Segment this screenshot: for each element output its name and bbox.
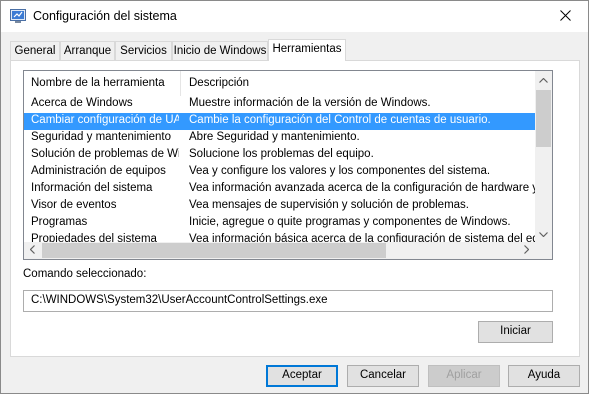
chevron-down-icon [539, 228, 548, 240]
column-divider[interactable] [180, 71, 181, 96]
tool-name: Seguridad y mantenimiento [31, 131, 171, 143]
ok-button[interactable]: Aceptar [266, 365, 338, 387]
vertical-scroll-thumb[interactable] [536, 90, 551, 147]
help-button[interactable]: Ayuda [508, 365, 580, 387]
cancel-button[interactable]: Cancelar [347, 365, 419, 387]
list-header: Nombre de la herramienta Descripción [24, 71, 535, 96]
tool-name: Acerca de Windows [31, 97, 133, 109]
tools-list[interactable]: Nombre de la herramienta Descripción Ace… [23, 70, 553, 260]
list-item[interactable]: Visor de eventos Vea mensajes de supervi… [24, 198, 535, 215]
list-item[interactable]: Información del sistema Vea información … [24, 181, 535, 198]
list-item[interactable]: Administración de equipos Vea y configur… [24, 164, 535, 181]
window-title: Configuración del sistema [33, 9, 177, 23]
cancel-button-label: Cancelar [359, 369, 407, 381]
launch-button-label: Iniciar [500, 325, 531, 337]
tab-label: Arranque [63, 45, 112, 57]
tab-label: Herramientas [272, 43, 342, 55]
tab-label: Inicio de Windows [173, 45, 267, 57]
ok-button-label: Aceptar [282, 369, 322, 381]
tools-tab-panel: Nombre de la herramienta Descripción Ace… [10, 60, 580, 357]
tool-name: Solución de problemas de Wi... [31, 148, 179, 160]
close-icon [559, 9, 571, 24]
system-configuration-window: Configuración del sistema General Arranq… [0, 0, 589, 394]
horizontal-scroll-thumb[interactable] [42, 243, 386, 258]
tool-description: Solucione los problemas del equipo. [189, 148, 374, 160]
title-bar[interactable]: Configuración del sistema [1, 1, 588, 32]
apply-button-label: Aplicar [446, 369, 482, 381]
tab-label: Servicios [120, 45, 167, 57]
tool-description: Cambie la configuración del Control de c… [189, 114, 491, 126]
tab-label: General [14, 45, 56, 57]
tool-description: Inicie, agregue o quite programas y comp… [189, 216, 511, 228]
tool-description: Abre Seguridad y mantenimiento. [189, 131, 360, 143]
tool-name: Información del sistema [31, 182, 153, 194]
tool-description: Vea información avanzada acerca de la co… [189, 182, 535, 194]
list-rows: Acerca de Windows Muestre información de… [24, 96, 535, 243]
help-button-label: Ayuda [527, 369, 561, 381]
vertical-scrollbar[interactable] [535, 71, 552, 242]
scroll-up-button[interactable] [535, 71, 552, 88]
msconfig-app-icon [10, 9, 26, 24]
column-header-description[interactable]: Descripción [189, 77, 249, 89]
apply-button[interactable]: Aplicar [428, 365, 500, 387]
tool-name: Programas [31, 216, 88, 228]
tab-servicios[interactable]: Servicios [115, 41, 172, 60]
list-item-selected[interactable]: Cambiar configuración de UAC Cambie la c… [24, 113, 535, 130]
column-header-name[interactable]: Nombre de la herramienta [31, 77, 165, 89]
tab-arranque[interactable]: Arranque [60, 41, 115, 60]
selected-command-field[interactable]: C:\WINDOWS\System32\UserAccountControlSe… [23, 290, 553, 312]
tool-description: Vea y configure los valores y los compon… [189, 165, 491, 177]
chevron-right-icon [524, 244, 530, 257]
scroll-left-button[interactable] [24, 242, 41, 259]
scrollbar-corner [535, 242, 552, 259]
tool-description: Muestre información de la versión de Win… [189, 97, 431, 109]
chevron-left-icon [29, 244, 35, 257]
tool-name: Administración de equipos [31, 165, 166, 177]
launch-button[interactable]: Iniciar [478, 321, 553, 343]
horizontal-scrollbar[interactable] [24, 242, 535, 259]
list-item[interactable]: Programas Inicie, agregue o quite progra… [24, 215, 535, 232]
scroll-right-button[interactable] [518, 242, 535, 259]
close-button[interactable] [542, 1, 588, 32]
chevron-up-icon [539, 74, 548, 86]
list-item[interactable]: Seguridad y mantenimiento Abre Seguridad… [24, 130, 535, 147]
tool-name: Cambiar configuración de UAC [31, 114, 179, 126]
tool-name: Visor de eventos [31, 199, 117, 211]
tab-inicio-de-windows[interactable]: Inicio de Windows [172, 41, 268, 60]
list-item[interactable]: Acerca de Windows Muestre información de… [24, 96, 535, 113]
list-item[interactable]: Solución de problemas de Wi... Solucione… [24, 147, 535, 164]
tab-herramientas[interactable]: Herramientas [268, 39, 346, 61]
tool-description: Vea mensajes de supervisión y solución d… [189, 199, 469, 211]
scroll-down-button[interactable] [535, 225, 552, 242]
selected-command-label: Comando seleccionado: [23, 268, 147, 280]
tab-general[interactable]: General [10, 41, 60, 60]
